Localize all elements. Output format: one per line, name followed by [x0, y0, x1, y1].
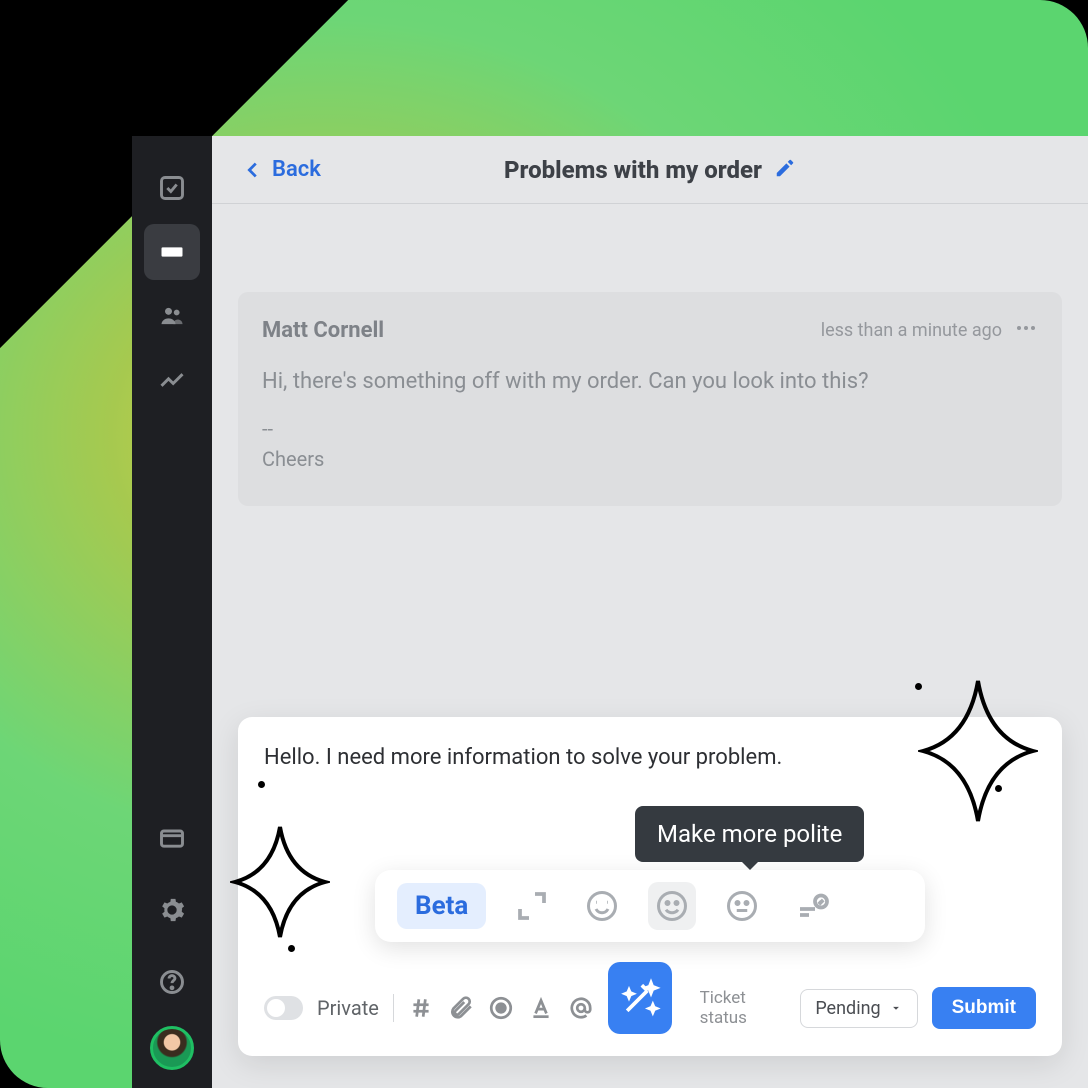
compose-panel: Hello. I need more information to solve … [238, 717, 1062, 1056]
text-format-icon[interactable] [528, 995, 554, 1021]
sidebar-item-billing[interactable] [144, 810, 200, 866]
sender-name: Matt Cornell [262, 318, 384, 343]
shorten-icon[interactable] [788, 882, 836, 930]
expand-icon[interactable] [508, 882, 556, 930]
submit-button[interactable]: Submit [932, 987, 1036, 1029]
sparkle-icon [230, 817, 330, 947]
edit-title-button[interactable] [774, 157, 796, 183]
private-label: Private [317, 996, 379, 1020]
back-button[interactable]: Back [242, 157, 321, 182]
private-toggle[interactable] [264, 996, 303, 1020]
separator [393, 994, 394, 1022]
mention-icon[interactable] [568, 995, 594, 1021]
status-select[interactable]: Pending [800, 989, 917, 1028]
main-panel: Back Problems with my order Matt Cornell… [212, 136, 1088, 1088]
ai-toolbar: Make more polite Beta [375, 870, 925, 942]
avatar[interactable] [150, 1026, 194, 1070]
page-title: Problems with my order [504, 156, 762, 184]
status-label: Ticket status [700, 988, 787, 1028]
timestamp: less than a minute ago [821, 320, 1002, 341]
sidebar-item-settings[interactable] [144, 882, 200, 938]
happy-face-icon[interactable] [578, 882, 626, 930]
attachment-icon[interactable] [448, 995, 474, 1021]
sidebar-item-check[interactable] [144, 160, 200, 216]
message-signature-dash: -- [262, 414, 1038, 444]
message-signature: Cheers [262, 444, 1038, 474]
neutral-face-icon[interactable] [718, 882, 766, 930]
back-label: Back [272, 157, 321, 182]
compose-draft[interactable]: Hello. I need more information to solve … [264, 745, 1036, 770]
sidebar [132, 136, 212, 1088]
record-icon[interactable] [488, 995, 514, 1021]
message-card: Matt Cornell less than a minute ago Hi, … [238, 292, 1062, 506]
ai-magic-button[interactable] [608, 962, 672, 1034]
sidebar-item-help[interactable] [144, 954, 200, 1010]
message-body: Hi, there's something off with my order.… [262, 365, 1038, 398]
sidebar-item-tickets[interactable] [144, 224, 200, 280]
decorative-dot [995, 785, 1002, 792]
hash-icon[interactable] [408, 995, 434, 1021]
decorative-dot [258, 781, 265, 788]
sidebar-item-analytics[interactable] [144, 352, 200, 408]
decorative-dot [915, 683, 922, 690]
compose-footer: Private Ticket status Pendi [264, 982, 1036, 1034]
status-value: Pending [815, 998, 880, 1019]
more-actions-button[interactable] [1014, 316, 1038, 345]
decorative-dot [288, 945, 295, 952]
sidebar-item-people[interactable] [144, 288, 200, 344]
beta-badge: Beta [397, 883, 486, 929]
tooltip: Make more polite [635, 806, 864, 862]
topbar: Back Problems with my order [212, 136, 1088, 204]
smile-face-icon[interactable] [648, 882, 696, 930]
